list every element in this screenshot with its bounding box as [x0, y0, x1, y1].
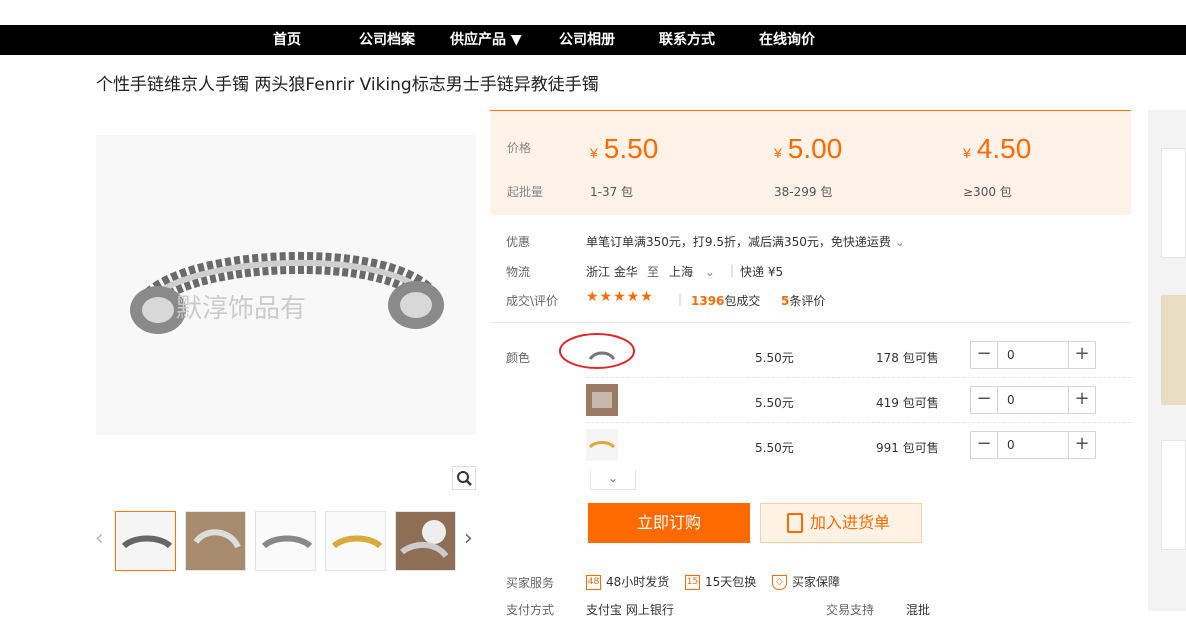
bangle-packaged-icon	[586, 384, 618, 416]
exchange-15d-icon: 15	[685, 575, 700, 590]
tier-price-2: ¥5.00	[774, 133, 843, 164]
tier-qty-1: 1-37 包	[590, 185, 634, 199]
thumbnail-2[interactable]	[185, 511, 246, 571]
moq-label: 起批量	[507, 185, 544, 199]
thumb-prev-arrow[interactable]: ‹	[95, 527, 104, 551]
thumb-bangle-white-bg	[256, 512, 315, 570]
quantity-stepper: − 0 +	[970, 341, 1096, 369]
thumb-next-arrow[interactable]: ›	[464, 527, 473, 551]
add-to-cart-button[interactable]: 加入进货单	[760, 503, 922, 543]
sku-separator	[586, 377, 1131, 378]
deals-divider: |	[678, 292, 683, 306]
trade-label: 交易支持	[826, 603, 875, 617]
recommend-thumb-3[interactable]	[1161, 440, 1186, 550]
sku-price: 5.50元	[755, 441, 794, 455]
deals-label: 成交\评价	[506, 294, 559, 308]
service-guarantee: ◇ 买家保障	[772, 573, 840, 590]
sku-image-packaged[interactable]	[586, 384, 618, 416]
sku-stock: 991 包可售	[876, 441, 939, 455]
rating-stars: ★★★★★	[586, 289, 654, 305]
price-label: 价格	[507, 141, 532, 155]
recommend-thumb-2[interactable]	[1161, 295, 1186, 405]
payment-label: 支付方式	[506, 603, 555, 617]
nav-contact[interactable]: 联系方式	[659, 25, 715, 55]
tier-price-3: ¥4.50	[963, 133, 1032, 164]
recommend-thumb-1[interactable]	[1161, 148, 1186, 258]
logistics-destination-select[interactable]: 上海 ⌄	[669, 263, 715, 280]
quantity-stepper: − 0 +	[970, 431, 1096, 459]
thumb-bangle-on-wood	[186, 512, 245, 570]
trade-value: 混批	[906, 603, 931, 617]
minus-button[interactable]: −	[971, 432, 998, 458]
minus-button[interactable]: −	[971, 342, 998, 368]
red-circle-annotation	[559, 333, 635, 369]
plus-button[interactable]: +	[1068, 387, 1095, 413]
services-label: 买家服务	[506, 576, 555, 590]
thumb-bangle-gold	[326, 512, 385, 570]
chevron-down-icon: ⌄	[894, 235, 905, 249]
thumb-bangle-silver	[116, 512, 175, 570]
quantity-input[interactable]: 0	[1007, 393, 1015, 407]
plus-button[interactable]: +	[1068, 432, 1095, 458]
nav-company-album[interactable]: 公司相册	[559, 25, 615, 55]
sku-stock: 178 包可售	[876, 351, 939, 365]
nav-company-profile[interactable]: 公司档案	[359, 25, 415, 55]
expand-sku-button[interactable]: ⌄	[590, 470, 636, 490]
zoom-button[interactable]	[452, 466, 476, 490]
top-nav: 首页 公司档案 供应产品 ▼ 公司相册 联系方式 在线询价	[0, 25, 1186, 55]
sku-label: 颜色	[506, 351, 531, 365]
logistics-divider: |	[730, 263, 735, 277]
thumbnail-3[interactable]	[255, 511, 316, 571]
sku-price: 5.50元	[755, 351, 794, 365]
promo-text[interactable]: 单笔订单满350元，打9.5折，减后满350元，免快递运费 ⌄	[586, 233, 905, 250]
quantity-input[interactable]: 0	[1007, 438, 1015, 452]
sku-price: 5.50元	[755, 396, 794, 410]
logistics-label: 物流	[506, 265, 531, 279]
quantity-stepper: − 0 +	[970, 386, 1096, 414]
service-48h: 48 48小时发货	[586, 575, 670, 590]
nav-inquiry[interactable]: 在线询价	[759, 25, 815, 55]
thumb-bangle-photo	[396, 512, 455, 570]
plus-button[interactable]: +	[1068, 342, 1095, 368]
service-15days: 15 15天包换	[685, 575, 757, 590]
logistics-express: 快递 ¥5	[740, 265, 784, 279]
bangle-image: 默淳饰品有	[130, 251, 444, 334]
nav-home[interactable]: 首页	[273, 25, 301, 55]
main-product-image[interactable]: 默淳饰品有	[96, 135, 476, 435]
promo-label: 优惠	[506, 235, 531, 249]
right-recommend-column	[1148, 110, 1186, 611]
review-count-link[interactable]: 5条评价	[781, 292, 825, 309]
nav-products[interactable]: 供应产品 ▼	[450, 25, 522, 55]
tier-qty-2: 38-299 包	[774, 185, 833, 199]
shield-icon: ◇	[772, 575, 787, 590]
shipping-48h-icon: 48	[586, 575, 601, 590]
sku-separator	[586, 422, 1131, 423]
sold-count-link[interactable]: 1396包成交	[691, 292, 760, 309]
chevron-down-icon: ⌄	[704, 265, 715, 279]
magnifier-icon	[457, 471, 472, 486]
image-watermark: 默淳饰品有	[176, 294, 306, 324]
sku-image-gold[interactable]	[586, 429, 618, 461]
tier-price-1: ¥5.50	[590, 133, 659, 164]
thumbnail-4[interactable]	[325, 511, 386, 571]
thumbnail-1[interactable]	[115, 511, 176, 571]
thumbnail-5[interactable]	[395, 511, 456, 571]
price-panel: 价格 起批量 ¥5.50 1-37 包 ¥5.00 38-299 包 ¥4.50…	[490, 110, 1131, 215]
chevron-down-icon: ⌄	[607, 471, 619, 485]
payment-value: 支付宝 网上银行	[586, 603, 674, 617]
logistics-from: 浙江 金华	[586, 265, 638, 279]
minus-button[interactable]: −	[971, 387, 998, 413]
tier-qty-3: ≥300 包	[963, 185, 1012, 199]
clipboard-icon	[787, 513, 803, 533]
bangle-gold-icon	[586, 429, 618, 461]
product-title: 个性手链维京人手镯 两头狼Fenrir Viking标志男士手链异教徒手镯	[96, 75, 599, 95]
section-divider	[490, 322, 1131, 323]
logistics-to-word: 至	[647, 265, 660, 279]
quantity-input[interactable]: 0	[1007, 348, 1015, 362]
order-now-button[interactable]: 立即订购	[588, 503, 750, 543]
sku-stock: 419 包可售	[876, 396, 939, 410]
